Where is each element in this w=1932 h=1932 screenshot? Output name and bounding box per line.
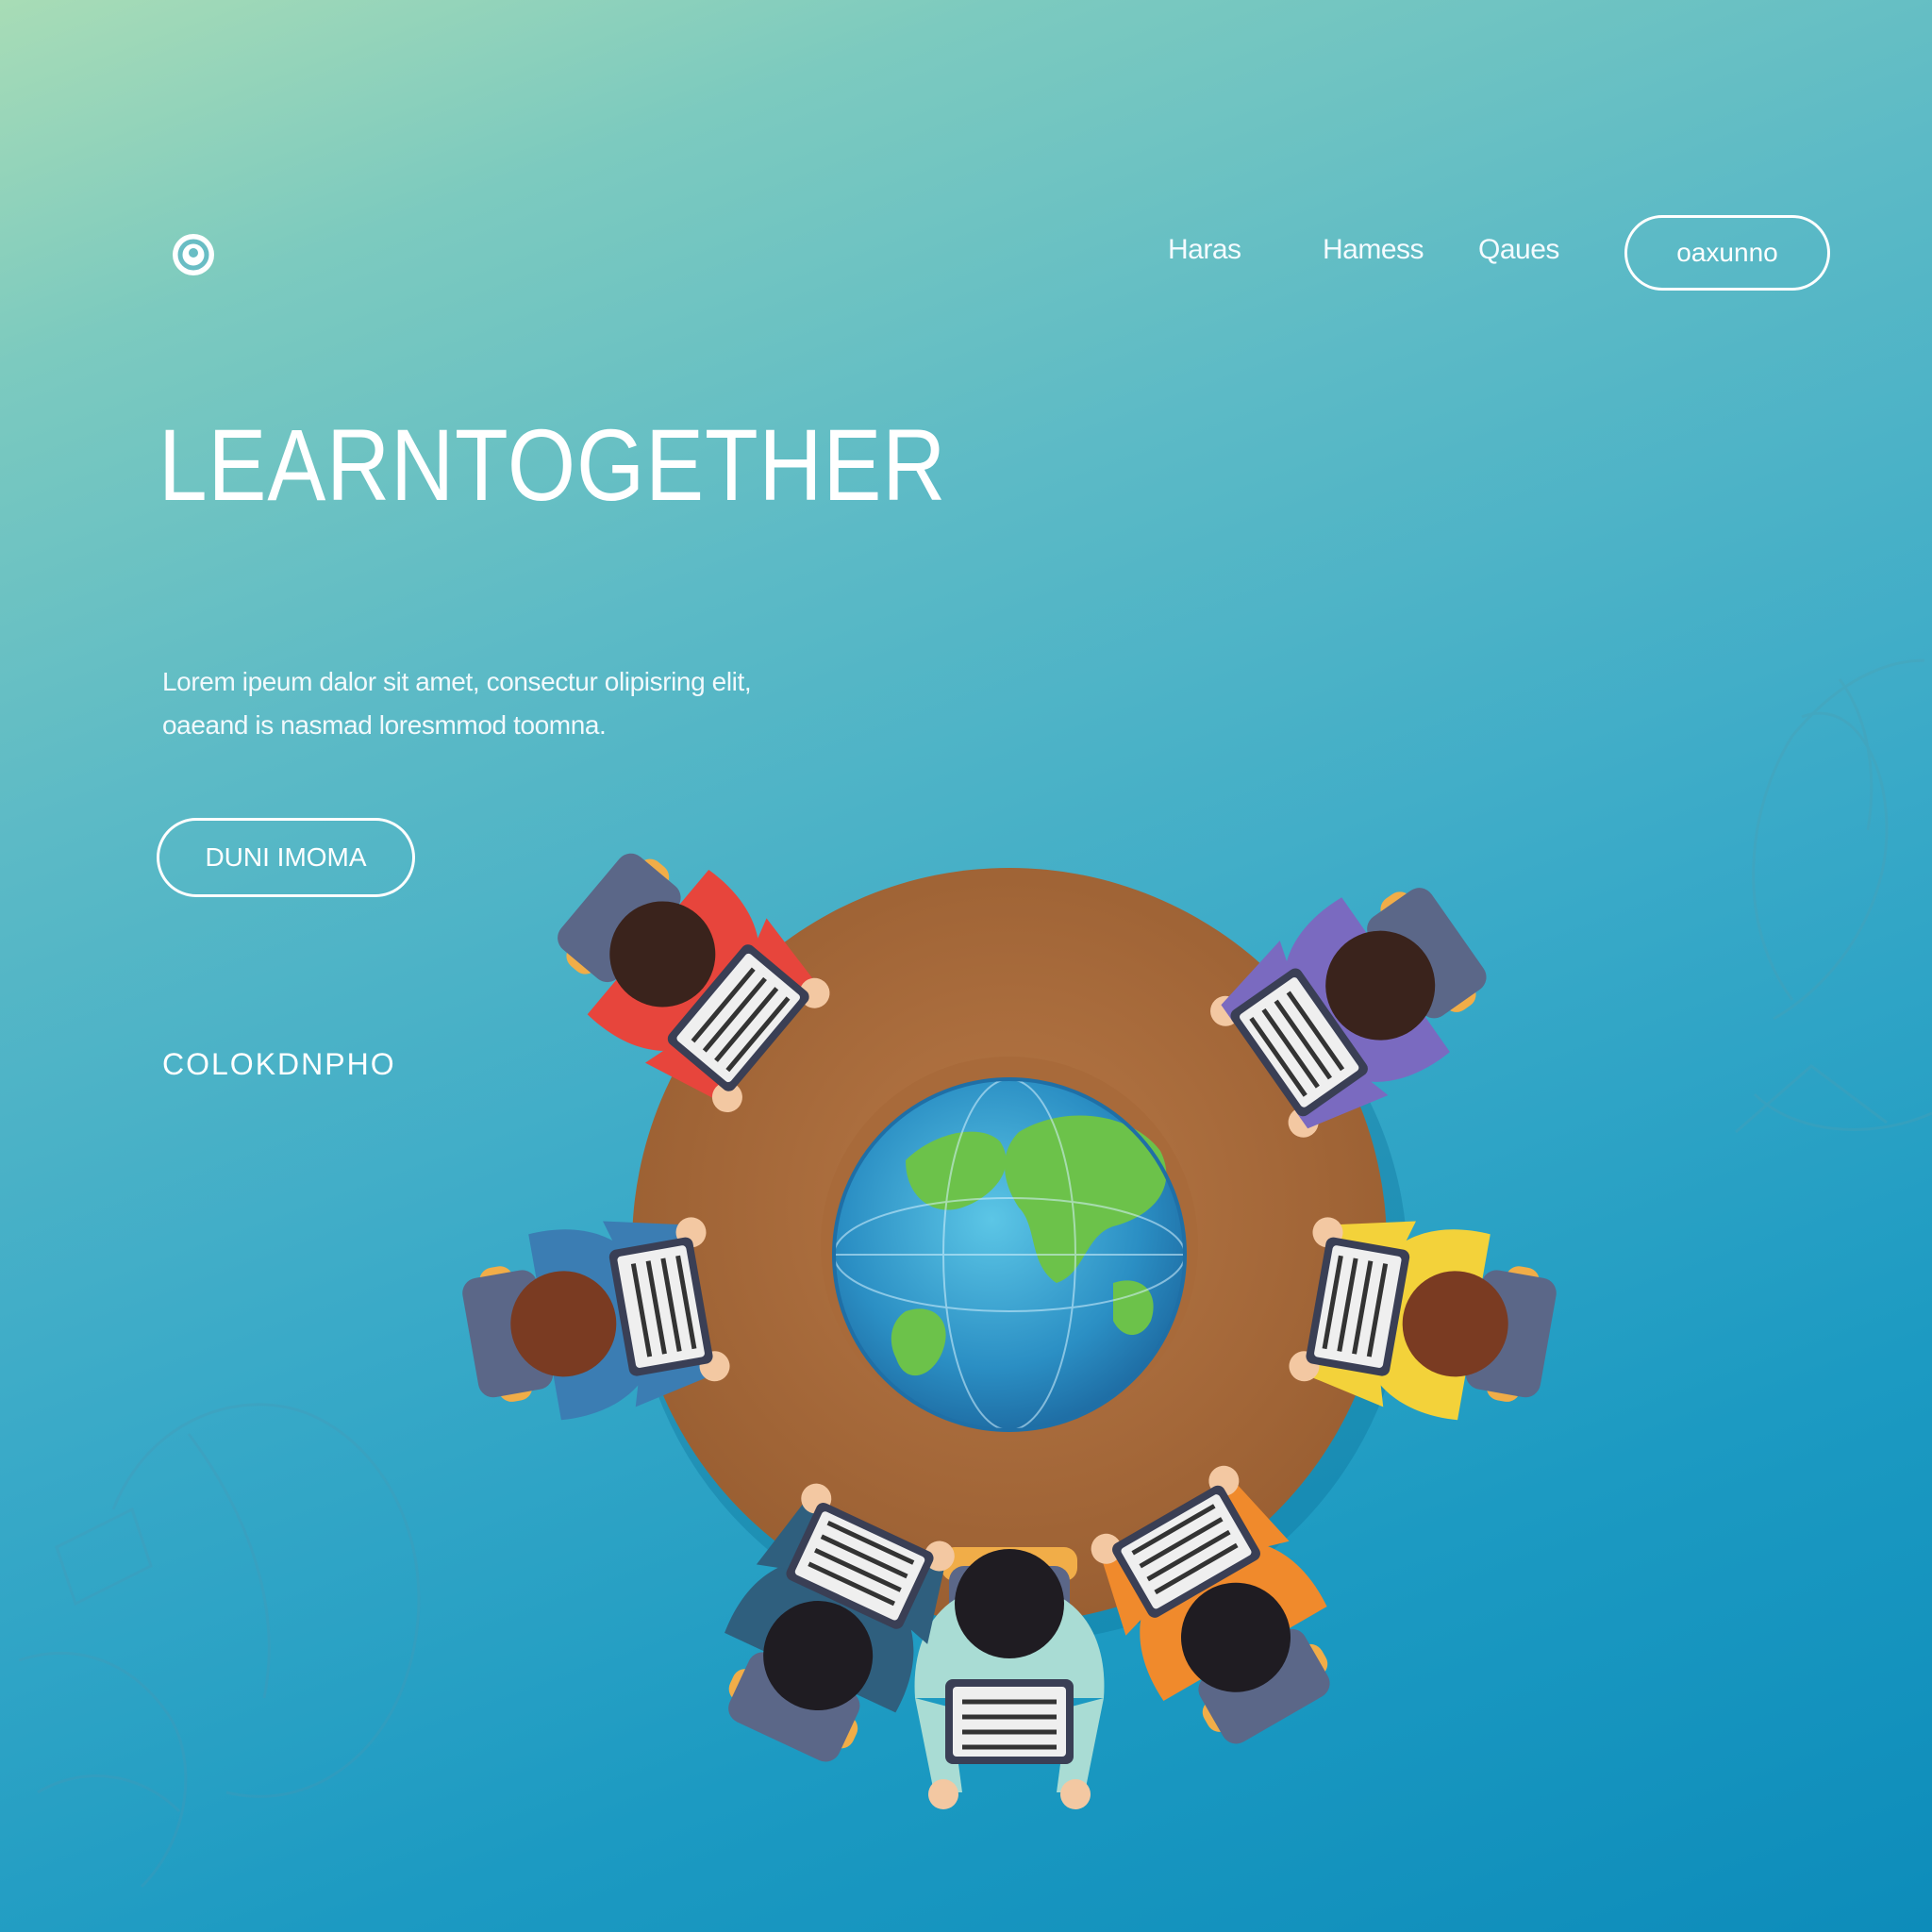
hero-tagline: COLOKDNPHO xyxy=(162,1047,396,1081)
hero-description-line-1: Lorem ipeum dalor sit amet, consectur ol… xyxy=(162,667,752,696)
team-illustration xyxy=(462,853,1557,1809)
hero-title: LEARNTOGETHER xyxy=(158,408,947,522)
person-6 xyxy=(462,1217,730,1421)
person-5 xyxy=(724,1483,955,1762)
person-4 xyxy=(1091,1465,1330,1744)
person-2 xyxy=(1210,888,1487,1138)
round-table xyxy=(632,868,1387,1623)
background-decor xyxy=(18,658,1932,1889)
hero-cta-button[interactable]: DUNI IMOMA xyxy=(157,818,415,897)
doodle-right xyxy=(1735,658,1932,1134)
person-1 xyxy=(914,1547,1105,1809)
brand-logo-icon[interactable] xyxy=(170,231,217,278)
nav-link-2[interactable]: Hamess xyxy=(1323,234,1424,266)
nav-link-1[interactable]: Haras xyxy=(1168,234,1241,266)
person-7 xyxy=(558,853,830,1113)
header-cta-button[interactable]: oaxunno xyxy=(1624,215,1830,291)
doodle-left xyxy=(18,1403,421,1889)
hero-description: Lorem ipeum dalor sit amet, consectur ol… xyxy=(162,660,841,747)
nav-link-3[interactable]: Qaues xyxy=(1478,234,1559,266)
hero-description-line-2: oaeand is nasmad loresmmod toomna. xyxy=(162,710,607,740)
person-3 xyxy=(1289,1217,1557,1421)
globe-icon xyxy=(832,1077,1187,1432)
